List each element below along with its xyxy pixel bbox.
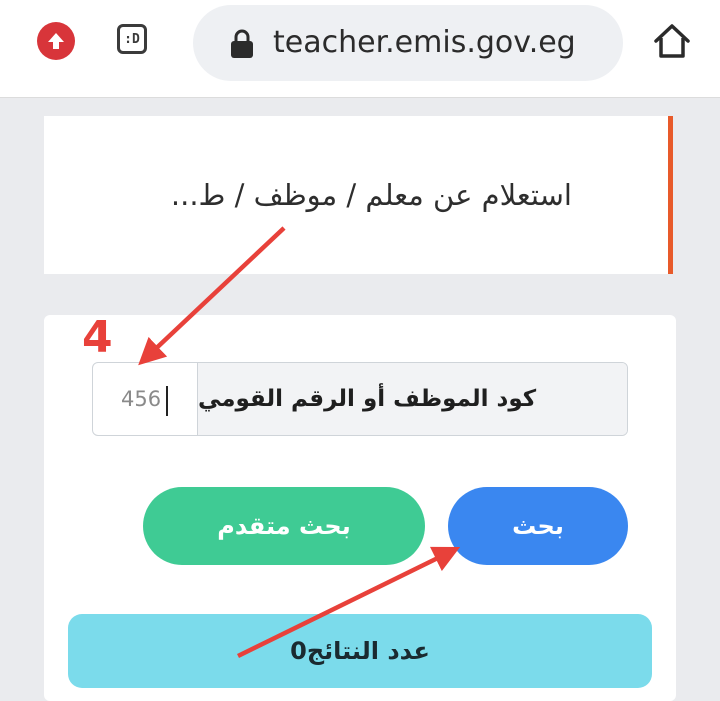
text-cursor — [166, 386, 168, 416]
browser-toolbar: :D teacher.emis.gov.eg — [0, 0, 720, 98]
title-accent-bar — [668, 116, 673, 274]
upload-arrow-icon[interactable] — [37, 22, 75, 60]
employee-code-label: كود الموظف أو الرقم القومي — [197, 363, 627, 435]
home-icon[interactable] — [652, 21, 692, 61]
search-button[interactable]: بحث — [448, 487, 628, 565]
employee-code-input[interactable] — [93, 363, 197, 435]
page-title-card: استعلام عن معلم / موظف / ط... — [44, 116, 672, 274]
page-title: استعلام عن معلم / موظف / ط... — [170, 178, 572, 212]
results-count: عدد النتائج0 — [68, 614, 652, 688]
employee-code-input-group: كود الموظف أو الرقم القومي — [92, 362, 628, 436]
step-number-annotation: 4 — [82, 312, 113, 363]
advanced-search-button[interactable]: بحث متقدم — [143, 487, 425, 565]
lock-icon — [231, 29, 253, 58]
url-text: teacher.emis.gov.eg — [273, 25, 576, 60]
address-bar[interactable]: teacher.emis.gov.eg — [193, 5, 623, 81]
tabs-icon[interactable]: :D — [117, 24, 147, 54]
tabs-icon-label: :D — [124, 31, 140, 47]
